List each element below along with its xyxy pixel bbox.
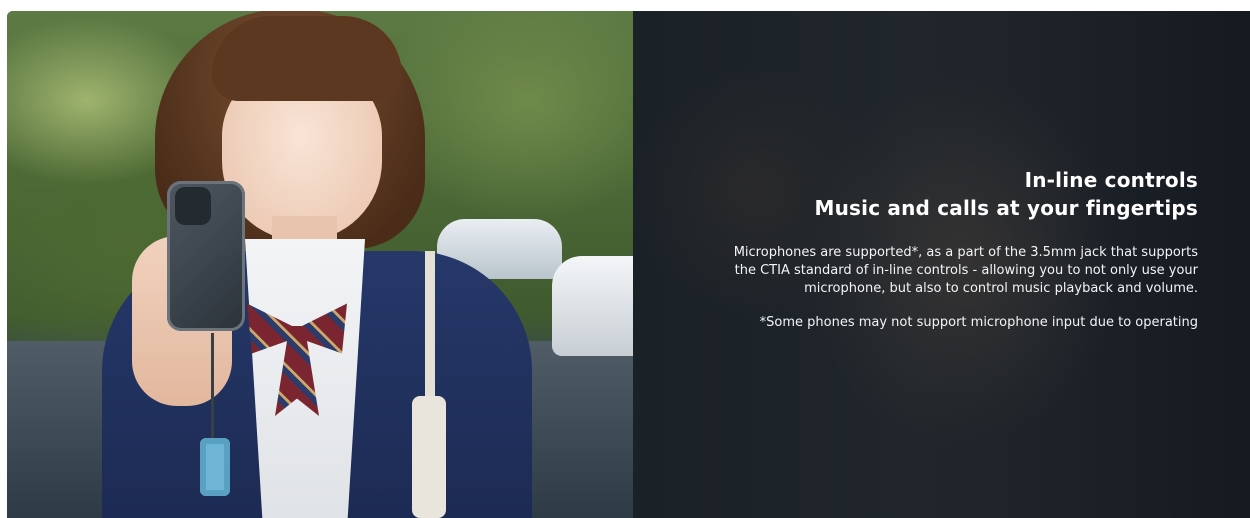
tote-bag <box>412 396 446 518</box>
footnote: *Some phones may not support microphone … <box>759 315 1198 330</box>
feature-subtitle: Music and calls at your fingertips <box>814 196 1198 220</box>
phone-camera-icon <box>175 187 211 225</box>
description-line: the CTIA standard of in-line controls - … <box>734 263 1198 278</box>
usb-c-dac-adapter <box>200 438 230 496</box>
bag-strap <box>425 251 435 411</box>
text-panel: In-line controls Music and calls at your… <box>633 11 1250 518</box>
earphone-cable <box>211 333 214 441</box>
feature-title: In-line controls <box>1024 168 1198 192</box>
description-line: microphone, but also to control music pl… <box>804 281 1198 296</box>
product-feature-banner: In-line controls Music and calls at your… <box>7 11 1250 518</box>
feature-description: Microphones are supported*, as a part of… <box>638 244 1198 298</box>
lifestyle-photo <box>7 11 633 518</box>
description-line: Microphones are supported*, as a part of… <box>733 245 1198 260</box>
parked-car-image <box>552 256 633 356</box>
model-bangs <box>212 16 402 101</box>
feature-copy: In-line controls Music and calls at your… <box>638 166 1198 332</box>
